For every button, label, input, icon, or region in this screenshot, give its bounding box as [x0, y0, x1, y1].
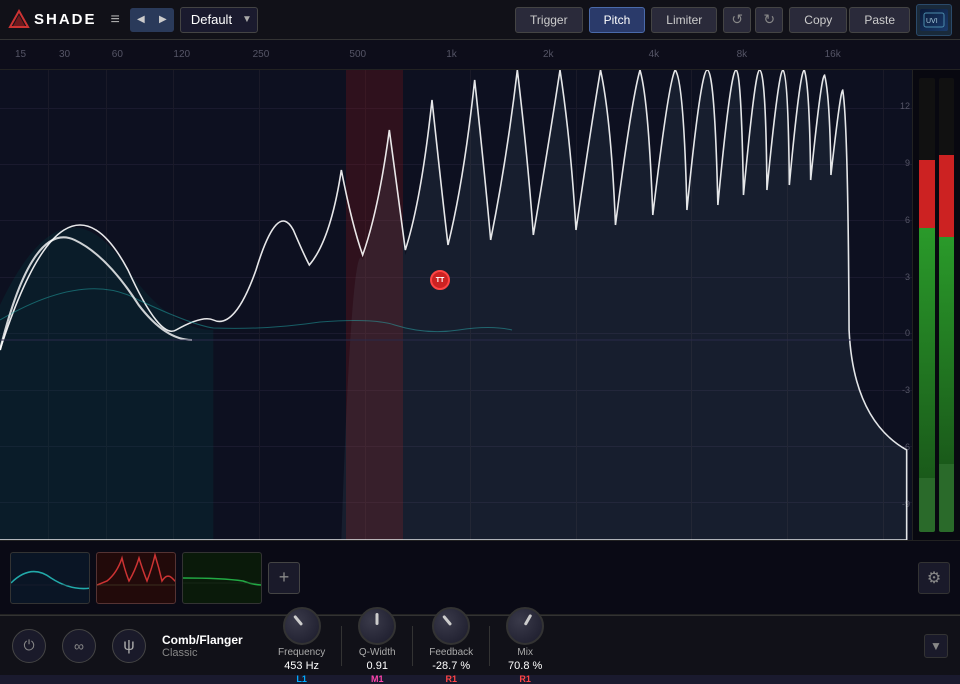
freq-label-60: 60 [112, 49, 123, 60]
eq-node-label: TT [436, 277, 445, 284]
vu-meter-right [939, 78, 955, 532]
qwidth-knob[interactable] [358, 607, 396, 645]
freq-label-250: 250 [253, 49, 270, 60]
band-strip-1-curve [11, 553, 90, 604]
loop-button[interactable]: ∞ [62, 629, 96, 663]
freq-label-1k: 1k [446, 49, 457, 60]
mix-channel: R1 [519, 674, 531, 684]
vu-fill-right-low [939, 464, 955, 532]
effect-name-sub: Classic [162, 647, 262, 659]
feedback-knob-group: Feedback -28.7 % R1 [429, 607, 473, 684]
redo-button[interactable]: ↻ [755, 7, 783, 33]
feedback-knob[interactable] [432, 607, 470, 645]
freq-labels-container: 15 30 60 120 250 500 1k 2k 4k 8k 16k [15, 40, 895, 69]
svg-text:UVI: UVI [926, 18, 938, 25]
band-strip-3[interactable] [182, 552, 262, 604]
filter-type-button[interactable]: ψ [112, 629, 146, 663]
logo: SHADE [8, 9, 97, 31]
paste-button[interactable]: Paste [849, 7, 910, 33]
mix-label: Mix [517, 647, 533, 658]
freq-label-500: 500 [349, 49, 366, 60]
uvi-logo-icon: UVI [922, 11, 946, 29]
add-band-button[interactable]: + [268, 562, 300, 594]
freq-label-2k: 2k [543, 49, 554, 60]
undo-redo-group: ↺ ↻ [723, 7, 783, 33]
filter-icon: ψ [123, 637, 134, 655]
loop-icon: ∞ [74, 638, 84, 654]
effect-name-main: Comb/Flanger [162, 633, 262, 647]
freq-label-120: 120 [173, 49, 190, 60]
preset-wrapper: Default ▼ [180, 7, 258, 33]
frequency-knob-group: Frequency 453 Hz L1 [278, 607, 325, 684]
divider-1 [341, 626, 342, 666]
freq-label-4k: 4k [649, 49, 660, 60]
uvi-badge: UVI [916, 4, 952, 36]
nav-right-button[interactable]: ▶ [152, 8, 174, 32]
band-strip-1[interactable] [10, 552, 90, 604]
freq-label-30: 30 [59, 49, 70, 60]
freq-label-16k: 16k [825, 49, 841, 60]
divider-3 [489, 626, 490, 666]
power-button[interactable]: ⏻ [12, 629, 46, 663]
feedback-label: Feedback [429, 647, 473, 658]
band-strips-area: + ⚙ [0, 540, 960, 615]
preset-select[interactable]: Default [180, 7, 258, 33]
logo-icon [8, 9, 30, 31]
nav-arrows: ◀ ▶ [130, 8, 174, 32]
pitch-button[interactable]: Pitch [589, 7, 646, 33]
band-strip-2[interactable] [96, 552, 176, 604]
power-icon: ⏻ [23, 637, 34, 654]
frequency-channel: L1 [296, 674, 307, 684]
mix-knob[interactable] [506, 607, 544, 645]
vu-fill-right-high [939, 155, 955, 237]
vu-meters [912, 70, 960, 540]
vu-fill-low [919, 478, 935, 532]
mix-knob-group: Mix 70.8 % R1 [506, 607, 544, 684]
eq-display: 12 9 6 3 0 -3 -6 -9 TT [0, 70, 960, 540]
feedback-channel: R1 [445, 674, 457, 684]
qwidth-label: Q-Width [359, 647, 396, 658]
band-strip-3-curve [183, 553, 262, 604]
band-strip-2-curve [97, 553, 176, 604]
effect-name-group: Comb/Flanger Classic [162, 633, 262, 659]
freq-label-15: 15 [15, 49, 26, 60]
chevron-down-icon: ▼ [930, 639, 942, 653]
app-title: SHADE [34, 11, 97, 28]
qwidth-channel: M1 [371, 674, 384, 684]
frequency-value: 453 Hz [284, 660, 319, 672]
settings-button[interactable]: ⚙ [918, 562, 950, 594]
copy-button[interactable]: Copy [789, 7, 847, 33]
frequency-label: Frequency [278, 647, 325, 658]
qwidth-knob-group: Q-Width 0.91 M1 [358, 607, 396, 684]
bottom-controls: ⏻ ∞ ψ Comb/Flanger Classic Frequency 453… [0, 615, 960, 675]
eq-svg-canvas [0, 70, 960, 540]
limiter-button[interactable]: Limiter [651, 7, 717, 33]
top-bar: SHADE ≡ ◀ ▶ Default ▼ Trigger Pitch Limi… [0, 0, 960, 40]
frequency-axis: 15 30 60 120 250 500 1k 2k 4k 8k 16k [0, 40, 960, 70]
feedback-value: -28.7 % [432, 660, 470, 672]
qwidth-value: 0.91 [367, 660, 388, 672]
vu-fill-right-mid [939, 237, 955, 464]
divider-2 [412, 626, 413, 666]
settings-icon: ⚙ [927, 568, 941, 588]
nav-left-button[interactable]: ◀ [130, 8, 152, 32]
menu-icon[interactable]: ≡ [107, 9, 124, 31]
vu-fill-high [919, 160, 935, 228]
trigger-button[interactable]: Trigger [515, 7, 583, 33]
uvi-inner: UVI [920, 9, 948, 31]
expand-button[interactable]: ▼ [924, 634, 948, 658]
freq-label-8k: 8k [737, 49, 748, 60]
vu-fill-mid [919, 228, 935, 478]
copy-paste-group: Copy Paste [789, 7, 910, 33]
mix-value: 70.8 % [508, 660, 542, 672]
vu-meter-left [919, 78, 935, 532]
eq-node-comb[interactable]: TT [430, 270, 450, 290]
undo-button[interactable]: ↺ [723, 7, 751, 33]
frequency-knob[interactable] [283, 607, 321, 645]
